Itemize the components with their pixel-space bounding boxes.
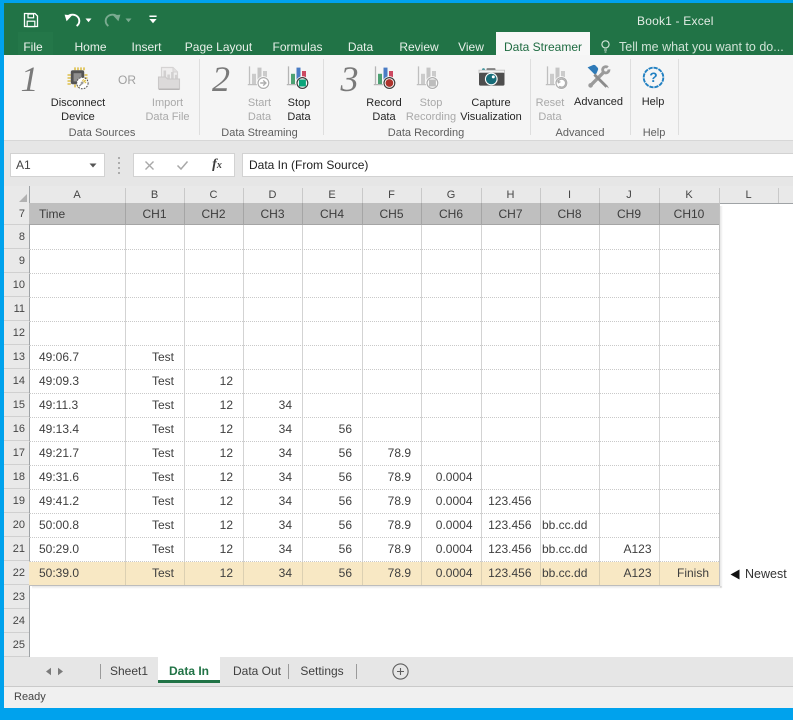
svg-text:?: ? (649, 70, 657, 85)
